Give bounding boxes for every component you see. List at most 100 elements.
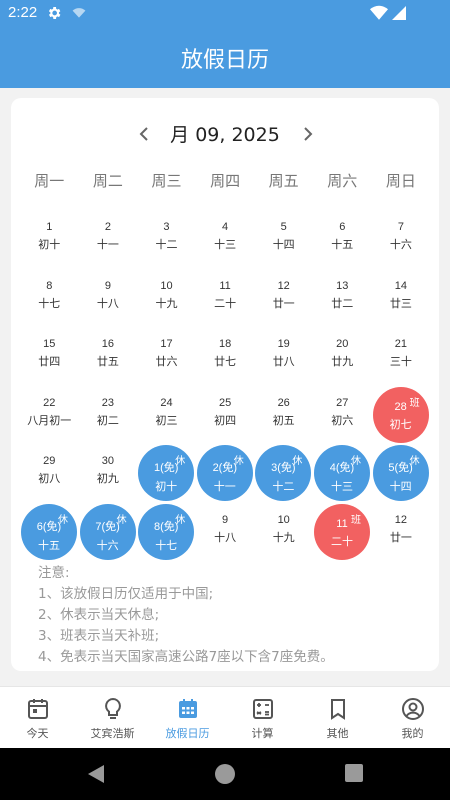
- calendar-day[interactable]: 9 十八: [196, 504, 255, 562]
- day-number: 10: [160, 279, 173, 292]
- lunar-date: 十四: [389, 480, 412, 493]
- day-number: 4(免): [329, 462, 355, 474]
- recent-apps-icon[interactable]: [345, 764, 363, 782]
- day-status-badge: 休: [292, 456, 303, 467]
- calendar-day[interactable]: 22 八月初一: [20, 387, 79, 445]
- calendar-day[interactable]: 10 十九: [137, 270, 196, 328]
- day-number: 21: [394, 338, 408, 350]
- day-number: 26: [277, 396, 290, 409]
- calendar-day[interactable]: 5(免) 十四 休: [372, 445, 429, 501]
- calendar-day[interactable]: 2(免) 十一 休: [196, 445, 253, 501]
- calendar-day[interactable]: 10 十九: [254, 504, 313, 562]
- note-line: 2、休表示当天休息;: [38, 607, 160, 623]
- chevron-left-icon[interactable]: [133, 120, 155, 148]
- calendar-day[interactable]: 28 初七 班: [372, 386, 429, 443]
- lunar-date: 初六: [331, 413, 354, 427]
- calendar-day[interactable]: 4 十三: [196, 211, 255, 269]
- lunar-date: 初十: [38, 238, 61, 251]
- calendar-day[interactable]: 26 初五: [254, 387, 313, 445]
- calendar-day[interactable]: 5 十四: [254, 211, 313, 269]
- day-number: 13: [336, 279, 349, 292]
- calendar-day[interactable]: 14 廿三: [372, 270, 431, 328]
- calendar-day[interactable]: 15 廿四: [20, 328, 79, 386]
- app-bar: 放假日历: [0, 28, 450, 88]
- lunar-date: 十四: [272, 238, 295, 251]
- calendar-day[interactable]: 13 廿二: [313, 270, 372, 328]
- lunar-date: 十五: [38, 538, 60, 552]
- nav-tab[interactable]: 放假日历: [150, 687, 225, 749]
- calendar-day[interactable]: 20 廿九: [313, 328, 372, 386]
- calendar-today-icon: [28, 699, 48, 719]
- lunar-date: 十九: [155, 296, 178, 310]
- calendar-day[interactable]: 3 十二: [137, 211, 196, 269]
- day-number: 1(免): [153, 462, 179, 474]
- calendar-day[interactable]: 12 廿一: [254, 270, 313, 328]
- nav-tab[interactable]: 艾宾浩斯: [75, 687, 150, 749]
- lightbulb-icon: [105, 697, 121, 719]
- weekday-label: 周四: [210, 172, 241, 190]
- status-time: 2:22: [8, 4, 38, 21]
- nav-tab[interactable]: 今天: [0, 687, 75, 749]
- chevron-right-icon[interactable]: [297, 120, 319, 148]
- calendar-day[interactable]: 7(免) 十六 休: [79, 503, 136, 560]
- weekday-label: 周日: [385, 172, 416, 190]
- home-icon[interactable]: [214, 763, 236, 785]
- wifi-question-icon: [72, 8, 86, 18]
- day-number: 29: [43, 455, 56, 467]
- lunar-date: 初四: [214, 413, 237, 427]
- lunar-date: 十一: [213, 480, 236, 493]
- day-number: 24: [160, 396, 173, 409]
- day-number: 11: [219, 279, 231, 292]
- lunar-date: 廿一: [389, 530, 412, 544]
- nav-tab-label: 我的: [401, 727, 424, 740]
- nav-tab[interactable]: 其他: [300, 687, 375, 749]
- calendar-day[interactable]: 11 二十 班: [314, 503, 370, 560]
- day-number: 9: [104, 279, 111, 292]
- calendar-day[interactable]: 4(免) 十三 休: [314, 445, 370, 501]
- notes-section: 注意: 1、该放假日历仅适用于中国; 2、休表示当天休息; 3、班表示当天补班; 4、免…: [38, 563, 334, 668]
- calendar-day[interactable]: 21 三十: [372, 328, 431, 386]
- calendar-day[interactable]: 17 廿六: [137, 328, 196, 386]
- calendar-day[interactable]: 1(免) 初十 休: [138, 445, 195, 501]
- calendar-day[interactable]: 23 初二: [79, 387, 138, 445]
- calendar-day[interactable]: 24 初三: [137, 387, 196, 445]
- weekday-label: 周三: [151, 172, 182, 190]
- calendar-day[interactable]: 16 廿五: [79, 328, 138, 386]
- calendar-day[interactable]: 29 初八: [20, 445, 79, 503]
- day-number: 7(免): [95, 520, 120, 533]
- calendar-day[interactable]: 6(免) 十五 休: [21, 503, 77, 560]
- lunar-date: 廿七: [214, 355, 237, 368]
- day-number: 2: [104, 221, 111, 233]
- calendar-grid-icon: [179, 699, 197, 718]
- calendar-day[interactable]: 6 十五: [313, 211, 372, 269]
- calendar-day[interactable]: 7 十六: [372, 211, 431, 269]
- calendar-day[interactable]: 25 初四: [196, 387, 255, 445]
- calendar-day[interactable]: 11 二十: [196, 270, 255, 328]
- nav-tab[interactable]: 计算: [225, 687, 300, 749]
- day-status-badge: 休: [233, 456, 244, 467]
- day-status-badge: 休: [351, 456, 361, 467]
- weekday-label: 周二: [92, 172, 123, 190]
- calendar-day[interactable]: 8 十七: [20, 270, 79, 328]
- status-bar: 2:22: [0, 0, 450, 28]
- bookmark-icon: [331, 699, 345, 720]
- lunar-date: 廿二: [331, 296, 354, 310]
- calendar-day[interactable]: 8(免) 十七 休: [138, 503, 195, 560]
- back-icon[interactable]: [86, 763, 106, 785]
- calendar-day[interactable]: 2 十一: [79, 211, 138, 269]
- calendar-day[interactable]: 30 初九: [79, 445, 138, 503]
- nav-tab[interactable]: 我的: [375, 687, 450, 749]
- calendar-day[interactable]: 18 廿七: [196, 328, 255, 386]
- calendar-day[interactable]: 1 初十: [20, 211, 79, 269]
- day-number: 12: [394, 513, 408, 526]
- calendar-day[interactable]: 19 廿八: [254, 328, 313, 386]
- day-number: 1: [46, 221, 53, 233]
- day-number: 5(免): [388, 462, 413, 474]
- calendar-day[interactable]: 27 初六: [313, 387, 372, 445]
- day-number: 7: [397, 221, 404, 233]
- day-status-badge: 休: [175, 514, 186, 526]
- calendar-day[interactable]: 12 廿一: [372, 504, 431, 562]
- nav-tab-label: 今天: [26, 727, 49, 740]
- calendar-day[interactable]: 3(免) 十二 休: [255, 445, 312, 501]
- calendar-day[interactable]: 9 十八: [79, 270, 138, 328]
